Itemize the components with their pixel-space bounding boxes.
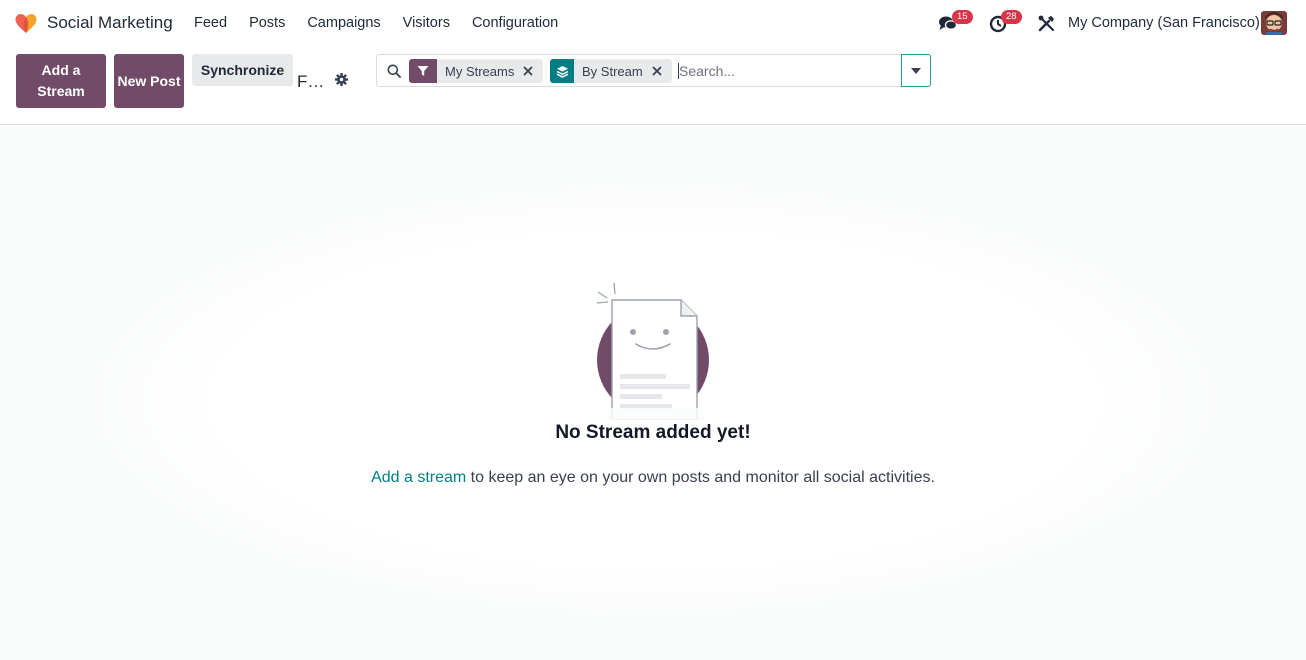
close-icon[interactable] (650, 59, 664, 83)
synchronize-button[interactable]: Synchronize (192, 54, 293, 86)
user-avatar-icon (1261, 11, 1287, 35)
caret-down-icon (911, 67, 921, 74)
empty-state-description: to keep an eye on your own posts and mon… (466, 469, 935, 486)
facet-by-stream: By Stream (550, 59, 672, 83)
facet-my-streams: My Streams (409, 59, 544, 83)
menu-item-configuration[interactable]: Configuration (472, 15, 558, 31)
search-icon[interactable] (387, 64, 401, 78)
company-switcher[interactable]: My Company (San Francisco) (1068, 15, 1260, 31)
filter-icon (409, 59, 437, 83)
social-marketing-logo-icon[interactable] (14, 12, 38, 34)
messages-button[interactable]: 15 (938, 10, 978, 35)
search-input[interactable] (679, 61, 897, 81)
gear-icon[interactable] (334, 72, 349, 87)
main-menu: Feed Posts Campaigns Visitors Configurat… (194, 15, 580, 31)
facet-label: By Stream (582, 63, 643, 79)
tools-icon[interactable] (1038, 15, 1055, 32)
empty-state-text: Add a stream to keep an eye on your own … (0, 469, 1306, 487)
search-bar: My Streams By Stream (376, 54, 931, 87)
messages-count-badge: 15 (952, 10, 973, 24)
breadcrumb-title: F… (297, 72, 325, 91)
empty-document-illustration-icon (596, 282, 709, 420)
activities-count-badge: 28 (1001, 10, 1022, 24)
new-post-button[interactable]: New Post (114, 54, 184, 108)
layers-icon (550, 59, 574, 83)
search-options-toggle[interactable] (901, 54, 931, 87)
app-name[interactable]: Social Marketing (47, 13, 173, 33)
top-navbar: Social Marketing Feed Posts Campaigns Vi… (0, 0, 1306, 46)
empty-state-title: No Stream added yet! (555, 422, 751, 443)
text-cursor (678, 63, 679, 79)
close-icon[interactable] (521, 59, 535, 83)
menu-item-posts[interactable]: Posts (249, 15, 285, 31)
menu-item-feed[interactable]: Feed (194, 15, 227, 31)
menu-item-campaigns[interactable]: Campaigns (307, 15, 380, 31)
menu-item-visitors[interactable]: Visitors (403, 15, 450, 31)
facet-label: My Streams (445, 63, 515, 79)
add-stream-link[interactable]: Add a stream (371, 469, 466, 486)
add-stream-button[interactable]: Add a Stream (16, 54, 106, 108)
main-content: No Stream added yet! Add a stream to kee… (0, 125, 1306, 660)
user-avatar[interactable] (1261, 11, 1287, 35)
activities-button[interactable]: 28 (989, 10, 1029, 35)
